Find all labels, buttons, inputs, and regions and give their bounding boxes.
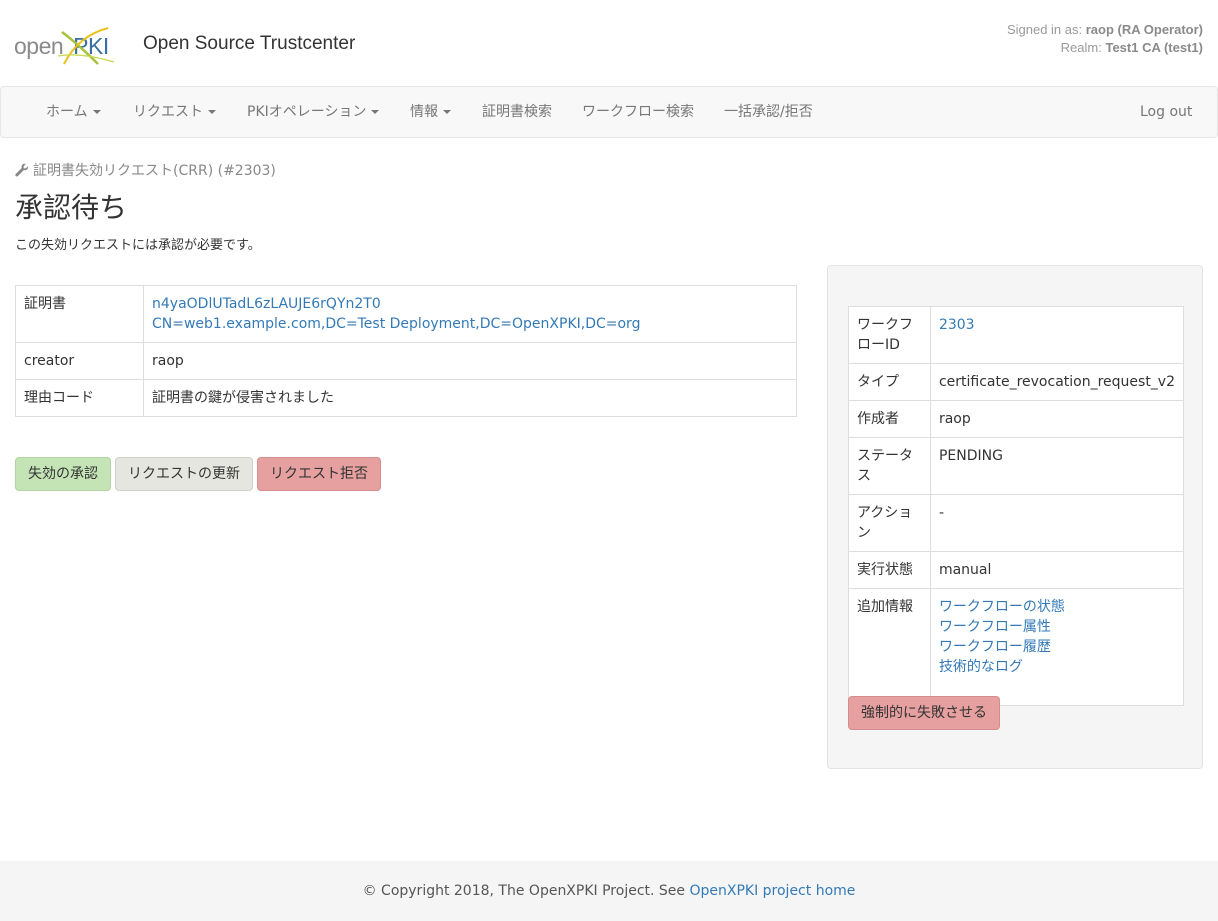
creator-value: raop — [143, 342, 797, 380]
caret-down-icon — [443, 110, 451, 114]
table-row: creator raop — [15, 342, 797, 380]
page-subtitle-text: 証明書失効リクエスト(CRR) (#2303) — [33, 163, 276, 179]
table-row: 実行状態 manual — [848, 551, 1185, 589]
caret-down-icon — [208, 110, 216, 114]
table-row: ワークフローID 2303 — [848, 306, 1185, 364]
exec-state-label: 実行状態 — [848, 551, 931, 589]
update-request-button[interactable]: リクエストの更新 — [115, 457, 253, 491]
logo-open-text: open — [14, 33, 64, 59]
creator-label: creator — [15, 342, 144, 380]
project-home-link[interactable]: OpenXPKI project home — [689, 883, 855, 899]
action-value: - — [929, 494, 1185, 552]
navbar: ホーム リクエスト PKIオペレーション 情報 証明書検索 ワークフロー検索 一… — [0, 86, 1218, 138]
type-value: certificate_revocation_request_v2 — [929, 363, 1185, 401]
logo-x-icon — [58, 27, 115, 65]
technical-log-link[interactable]: 技術的なログ — [939, 659, 1023, 675]
page-subtitle: 証明書失効リクエスト(CRR) (#2303) — [15, 160, 276, 180]
app-title: Open Source Trustcenter — [143, 33, 356, 54]
status-value: PENDING — [929, 437, 1185, 495]
table-row: アクション - — [848, 494, 1185, 552]
signin-info: Signed in as: raop (RA Operator) Realm: … — [1007, 21, 1203, 57]
type-label: タイプ — [848, 363, 931, 401]
details-table: 証明書 n4yaODlUTadL6zLAUJE6rQYn2T0 CN=web1.… — [15, 285, 797, 417]
nav-workflow-search[interactable]: ワークフロー検索 — [582, 87, 694, 137]
exec-state-value: manual — [929, 551, 1185, 589]
openxpki-logo[interactable]: open PKI — [14, 26, 115, 66]
workflow-id-label: ワークフローID — [848, 306, 931, 364]
wf-creator-label: 作成者 — [848, 400, 931, 438]
wf-creator-value: raop — [929, 400, 1185, 438]
table-row: ステータス PENDING — [848, 437, 1185, 495]
cert-id-link[interactable]: n4yaODlUTadL6zLAUJE6rQYn2T0 — [152, 296, 381, 312]
reason-label: 理由コード — [15, 379, 144, 417]
table-row: 理由コード 証明書の鍵が侵害されました — [15, 379, 797, 417]
approve-button[interactable]: 失効の承認 — [15, 457, 111, 491]
header: open PKI Open Source Trustcenter Signed i… — [0, 0, 1218, 86]
cert-label: 証明書 — [15, 285, 144, 343]
workflow-id-link[interactable]: 2303 — [939, 317, 975, 333]
caret-down-icon — [371, 110, 380, 114]
caret-down-icon — [92, 110, 101, 114]
nav-info[interactable]: 情報 — [410, 87, 451, 137]
page-description: この失効リクエストには承認が必要です。 — [15, 238, 261, 253]
table-row: 追加情報 ワークフローの状態 ワークフロー属性 ワークフロー履歴 技術的なログ — [848, 588, 1185, 706]
table-row: 作成者 raop — [848, 400, 1185, 438]
wrench-icon — [15, 163, 29, 177]
reject-request-button[interactable]: リクエスト拒否 — [257, 457, 381, 491]
page-title: 承認待ち — [15, 191, 128, 224]
force-fail-button[interactable]: 強制的に失敗させる — [848, 696, 1000, 730]
cert-value: n4yaODlUTadL6zLAUJE6rQYn2T0 CN=web1.exam… — [143, 285, 797, 343]
nav-home[interactable]: ホーム — [46, 87, 101, 137]
workflow-info-panel: ワークフローID 2303 タイプ certificate_revocation… — [827, 265, 1203, 769]
nav-cert-search[interactable]: 証明書検索 — [482, 87, 552, 137]
nav-request[interactable]: リクエスト — [133, 87, 216, 137]
workflow-state-link[interactable]: ワークフローの状態 — [939, 599, 1065, 615]
nav-pki-operation[interactable]: PKIオペレーション — [247, 87, 380, 137]
footer: © Copyright 2018, The OpenXPKI Project. … — [0, 861, 1218, 921]
extra-info-links: ワークフローの状態 ワークフロー属性 ワークフロー履歴 技術的なログ — [929, 588, 1185, 706]
workflow-attributes-link[interactable]: ワークフロー属性 — [939, 619, 1051, 635]
action-label: アクション — [848, 494, 931, 552]
workflow-info-table: ワークフローID 2303 タイプ certificate_revocation… — [848, 306, 1185, 706]
reason-value: 証明書の鍵が侵害されました — [143, 379, 797, 417]
table-row: タイプ certificate_revocation_request_v2 — [848, 363, 1185, 401]
realm-label: Realm: — [1060, 40, 1102, 55]
extra-info-label: 追加情報 — [848, 588, 931, 706]
table-row: 証明書 n4yaODlUTadL6zLAUJE6rQYn2T0 CN=web1.… — [15, 285, 797, 343]
footer-copyright: © Copyright 2018, The OpenXPKI Project. … — [362, 883, 690, 899]
cert-dn-link[interactable]: CN=web1.example.com,DC=Test Deployment,D… — [152, 316, 640, 332]
signed-in-label: Signed in as: — [1006, 22, 1083, 37]
nav-bulk-approve[interactable]: 一括承認/拒否 — [724, 87, 813, 137]
logout-link[interactable]: Log out — [1140, 87, 1192, 137]
workflow-history-link[interactable]: ワークフロー履歴 — [939, 639, 1051, 655]
signed-in-user: raop (RA Operator) — [1085, 22, 1203, 37]
status-label: ステータス — [848, 437, 931, 495]
realm-value: Test1 CA (test1) — [1105, 40, 1203, 55]
